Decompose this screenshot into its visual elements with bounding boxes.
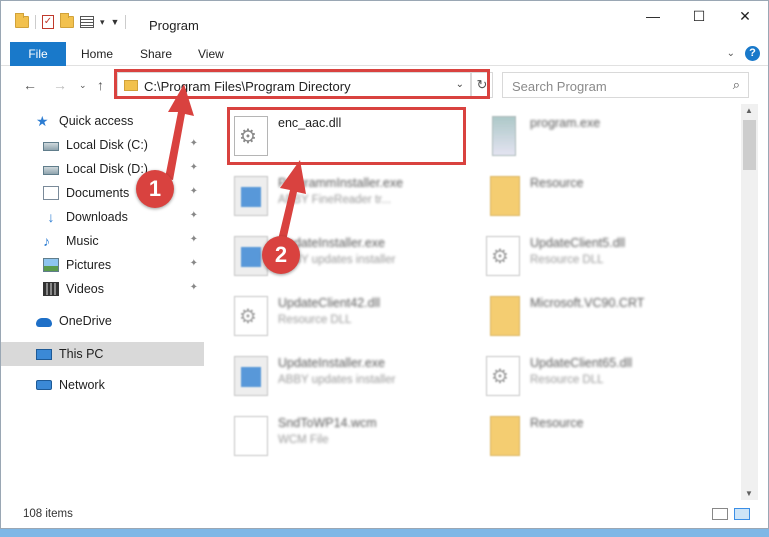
step-badge-2: 2 — [262, 236, 300, 274]
arrow-to-address — [165, 84, 194, 180]
step-badge-1: 1 — [136, 170, 174, 208]
annotation-arrows — [165, 84, 306, 250]
